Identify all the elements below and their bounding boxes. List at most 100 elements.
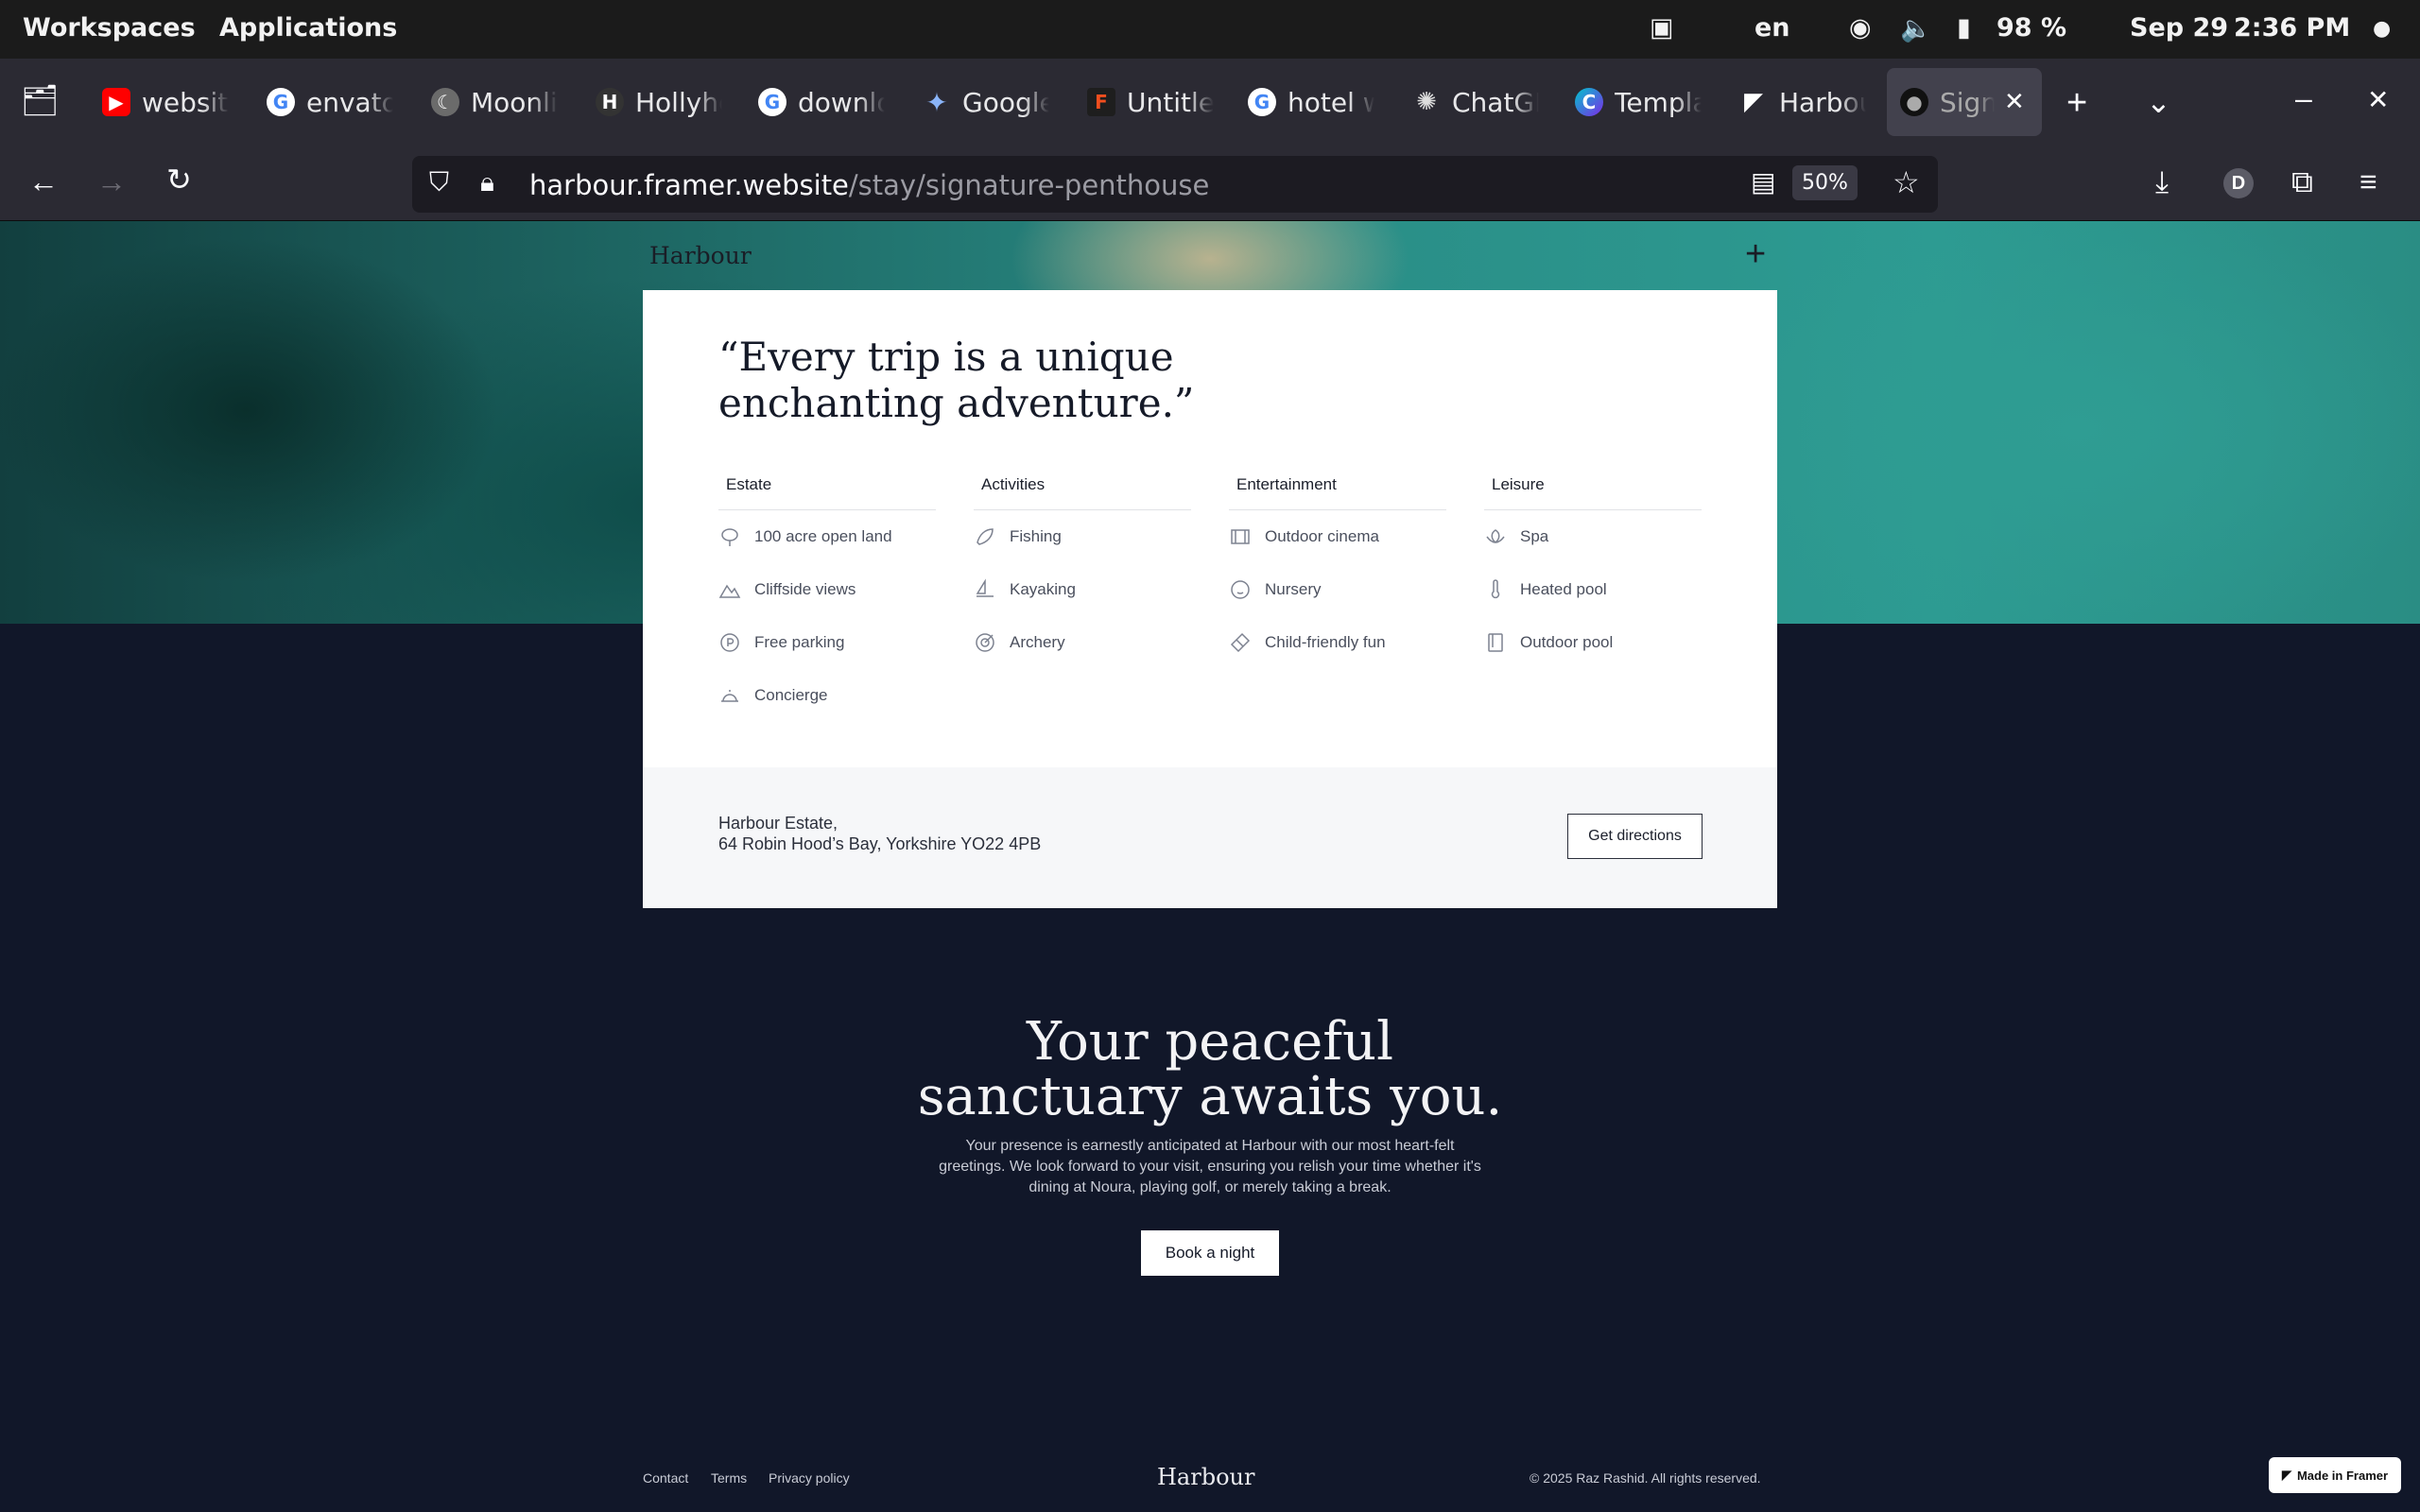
reload-icon[interactable]: ↻: [166, 164, 192, 195]
zoom-level[interactable]: 50%: [1792, 165, 1858, 200]
system-top-bar: Workspaces Applications ▣ en ◉ 🔈 ▮ 98 % …: [0, 0, 2420, 59]
tab-label: Untitle: [1127, 86, 1214, 118]
tab-label: ChatGP: [1452, 86, 1539, 118]
cta-paragraph: Your presence is earnestly anticipated a…: [939, 1138, 1481, 1195]
time[interactable]: 2:36 PM: [2234, 13, 2350, 43]
site-logo[interactable]: Harbour: [649, 242, 752, 269]
amenity-label: Archery: [1010, 633, 1065, 651]
battery-icon[interactable]: ▮: [1957, 13, 1971, 43]
forward-icon[interactable]: →: [96, 166, 127, 197]
tab-label: Harbou: [1779, 86, 1866, 118]
avatar[interactable]: D: [2223, 168, 2254, 198]
amenity-label: Cliffside views: [754, 580, 856, 598]
book-a-night-button[interactable]: Book a night: [1141, 1230, 1279, 1276]
tab-label: Templa: [1615, 86, 1702, 118]
ticket-icon: [1230, 632, 1251, 653]
moonlit-icon: ☾: [431, 88, 459, 116]
tab-hotel[interactable]: G hotel w: [1248, 68, 1374, 136]
google-icon: G: [267, 88, 295, 116]
tab-canva[interactable]: C Templa: [1575, 68, 1702, 136]
tab-harbour-framer[interactable]: ◤ Harbou: [1739, 68, 1866, 136]
extensions-icon[interactable]: ⧉: [2291, 166, 2313, 197]
amenity-column-activities: Activities Fishing Kayaking Archery: [974, 475, 1191, 669]
amenity-label: Child-friendly fun: [1265, 633, 1386, 651]
amenity-column-entertainment: Entertainment Outdoor cinema Nursery Chi…: [1229, 475, 1446, 669]
footer-privacy-link[interactable]: Privacy policy: [769, 1470, 850, 1486]
address-panel: Harbour Estate, 64 Robin Hood’s Bay, Yor…: [643, 767, 1777, 908]
amenity-label: Concierge: [754, 686, 828, 704]
tab-moonlit[interactable]: ☾ Moonlit: [431, 68, 558, 136]
browser-tab-bar: 🗂 ▶ website G envato ☾ Moonlit H Hollyhc…: [0, 59, 2420, 146]
reader-view-icon[interactable]: ▤: [1751, 169, 1775, 196]
get-directions-button[interactable]: Get directions: [1567, 814, 1703, 859]
new-tab-icon[interactable]: +: [2066, 85, 2087, 121]
close-window-icon[interactable]: ✕: [2367, 87, 2389, 113]
amenity-item: Fishing: [974, 510, 1191, 563]
applications-menu[interactable]: Applications: [219, 13, 397, 43]
amenity-label: Nursery: [1265, 580, 1322, 598]
target-icon: [976, 633, 994, 652]
navigation-toolbar: ← → ↻ ⛉ 🔒︎ harbour.framer.website/stay/s…: [0, 146, 2420, 221]
tab-overview-icon[interactable]: 🗂: [21, 85, 60, 115]
menu-icon[interactable]: ≡: [2360, 166, 2377, 197]
amenity-item: Concierge: [718, 669, 936, 722]
lock-icon[interactable]: 🔒︎: [480, 169, 494, 196]
workspaces-menu[interactable]: Workspaces: [23, 13, 196, 43]
cta-headline: Your peaceful sanctuary awaits you.: [0, 1015, 2420, 1125]
address-bar[interactable]: ⛉ 🔒︎ harbour.framer.website/stay/signatu…: [412, 156, 1938, 213]
volume-icon[interactable]: 🔈: [1900, 13, 1932, 43]
address-line: 64 Robin Hood’s Bay, Yorkshire YO22 4PB: [718, 834, 1042, 853]
footer-terms-link[interactable]: Terms: [711, 1470, 747, 1486]
amenities-card: “Every trip is a unique enchanting adven…: [643, 290, 1777, 908]
tab-chatgpt[interactable]: ✺ ChatGP: [1412, 68, 1539, 136]
tab-label: Signa: [1940, 86, 1995, 118]
shield-icon[interactable]: ⛉: [429, 169, 449, 196]
wifi-icon[interactable]: ◉: [1849, 13, 1872, 43]
google-icon: G: [1248, 88, 1276, 116]
parking-icon: [720, 633, 739, 652]
hollyhock-icon: H: [596, 88, 624, 116]
minimize-icon[interactable]: –: [2295, 83, 2312, 113]
tab-download[interactable]: G downlo: [758, 68, 885, 136]
tab-label: Google: [962, 86, 1049, 118]
framer-icon: ◤: [2281, 1468, 2291, 1482]
tab-youtube[interactable]: ▶ website: [102, 68, 229, 136]
bell-icon: [721, 690, 738, 702]
column-title: Leisure: [1484, 475, 1702, 510]
date[interactable]: Sep 29: [2130, 13, 2228, 43]
amenity-label: Outdoor pool: [1520, 633, 1614, 651]
tab-gemini[interactable]: ✦ Google: [923, 68, 1049, 136]
amenity-column-leisure: Leisure Spa Heated pool Outdoor pool: [1484, 475, 1702, 669]
google-icon: G: [758, 88, 786, 116]
bookmark-star-icon[interactable]: ☆: [1893, 167, 1920, 198]
amenity-item: Outdoor cinema: [1229, 510, 1446, 563]
made-in-framer-badge[interactable]: ◤ Made in Framer: [2269, 1457, 2401, 1493]
menu-plus-icon[interactable]: +: [1745, 234, 1766, 275]
battery-percent: 98 %: [1996, 13, 2067, 43]
tab-signature-active[interactable]: ● Signa ✕: [1887, 68, 2042, 136]
address: Harbour Estate, 64 Robin Hood’s Bay, Yor…: [718, 813, 1041, 854]
display-icon[interactable]: ▣: [1650, 13, 1674, 43]
tree-icon: [721, 528, 738, 546]
film-icon: [1231, 529, 1250, 544]
footer-contact-link[interactable]: Contact: [643, 1470, 688, 1486]
figma-icon: F: [1087, 88, 1115, 116]
tab-label: downlo: [798, 86, 885, 118]
tab-envato[interactable]: G envato: [267, 68, 393, 136]
amenity-label: Fishing: [1010, 527, 1062, 545]
back-icon[interactable]: ←: [28, 166, 59, 197]
url-text[interactable]: harbour.framer.website/stay/signature-pe…: [529, 169, 1209, 201]
tab-list-chevron-icon[interactable]: ⌄: [2146, 87, 2171, 117]
downloads-icon[interactable]: ⤓: [2155, 166, 2169, 197]
tab-figma[interactable]: F Untitle: [1087, 68, 1214, 136]
footer-logo[interactable]: Harbour: [1157, 1464, 1254, 1490]
amenity-item: Spa: [1484, 510, 1702, 563]
headline-line: sanctuary awaits you.: [917, 1066, 1503, 1127]
tab-hollyhock[interactable]: H Hollyhc: [596, 68, 722, 136]
amenity-column-estate: Estate 100 acre open land Cliffside view…: [718, 475, 936, 722]
amenity-item: Nursery: [1229, 563, 1446, 616]
tab-label: website: [142, 86, 229, 118]
close-tab-icon[interactable]: ✕: [2004, 88, 2025, 116]
status-dot-icon[interactable]: ●: [2373, 17, 2391, 41]
language-indicator[interactable]: en: [1754, 13, 1790, 43]
